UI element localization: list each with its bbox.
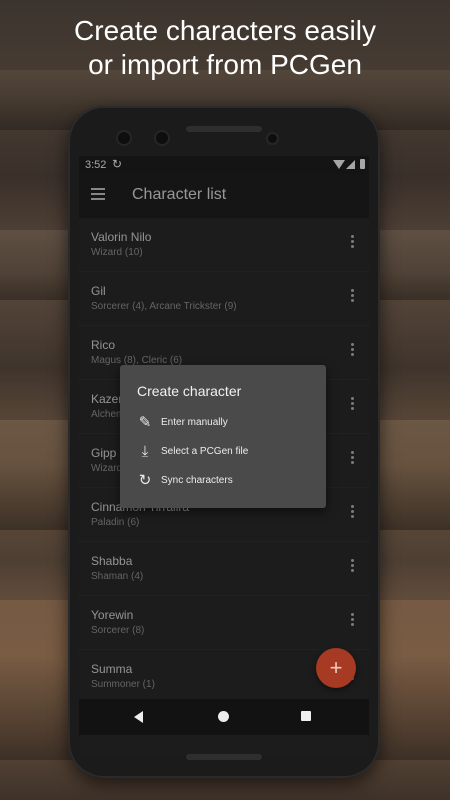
create-character-dialog: Create character ✎ Enter manually ⤓ Sele… xyxy=(120,365,326,508)
proximity-sensor xyxy=(268,134,277,143)
earpiece-speaker xyxy=(186,126,262,132)
home-icon[interactable] xyxy=(218,711,229,722)
headline-line-1: Create characters easily xyxy=(74,15,376,46)
front-sensor xyxy=(156,132,168,144)
back-icon[interactable] xyxy=(134,711,143,723)
add-character-button[interactable]: + xyxy=(316,648,356,688)
phone-screen: 3:52 ↻ Character list Valorin Nilo Wizar… xyxy=(79,156,369,756)
option-label: Sync characters xyxy=(161,475,233,486)
system-nav-bar xyxy=(79,699,369,735)
dialog-title: Create character xyxy=(137,383,242,399)
bottom-speaker xyxy=(186,754,262,760)
sync-icon: ↻ xyxy=(138,472,152,489)
pencil-icon: ✎ xyxy=(138,414,152,431)
phone-frame: 3:52 ↻ Character list Valorin Nilo Wizar… xyxy=(68,106,380,778)
headline-line-2: or import from PCGen xyxy=(88,49,362,80)
recents-icon[interactable] xyxy=(301,711,311,721)
front-camera xyxy=(118,132,130,144)
promo-headline: Create characters easily or import from … xyxy=(0,14,450,82)
add-icon: + xyxy=(329,655,343,680)
select-pcgen-file-option[interactable]: ⤓ Select a PCGen file xyxy=(137,444,317,462)
option-label: Select a PCGen file xyxy=(161,446,249,457)
download-icon: ⤓ xyxy=(141,443,149,460)
option-label: Enter manually xyxy=(161,417,228,428)
sync-characters-option[interactable]: ↻ Sync characters xyxy=(137,473,317,491)
enter-manually-option[interactable]: ✎ Enter manually xyxy=(137,415,317,433)
